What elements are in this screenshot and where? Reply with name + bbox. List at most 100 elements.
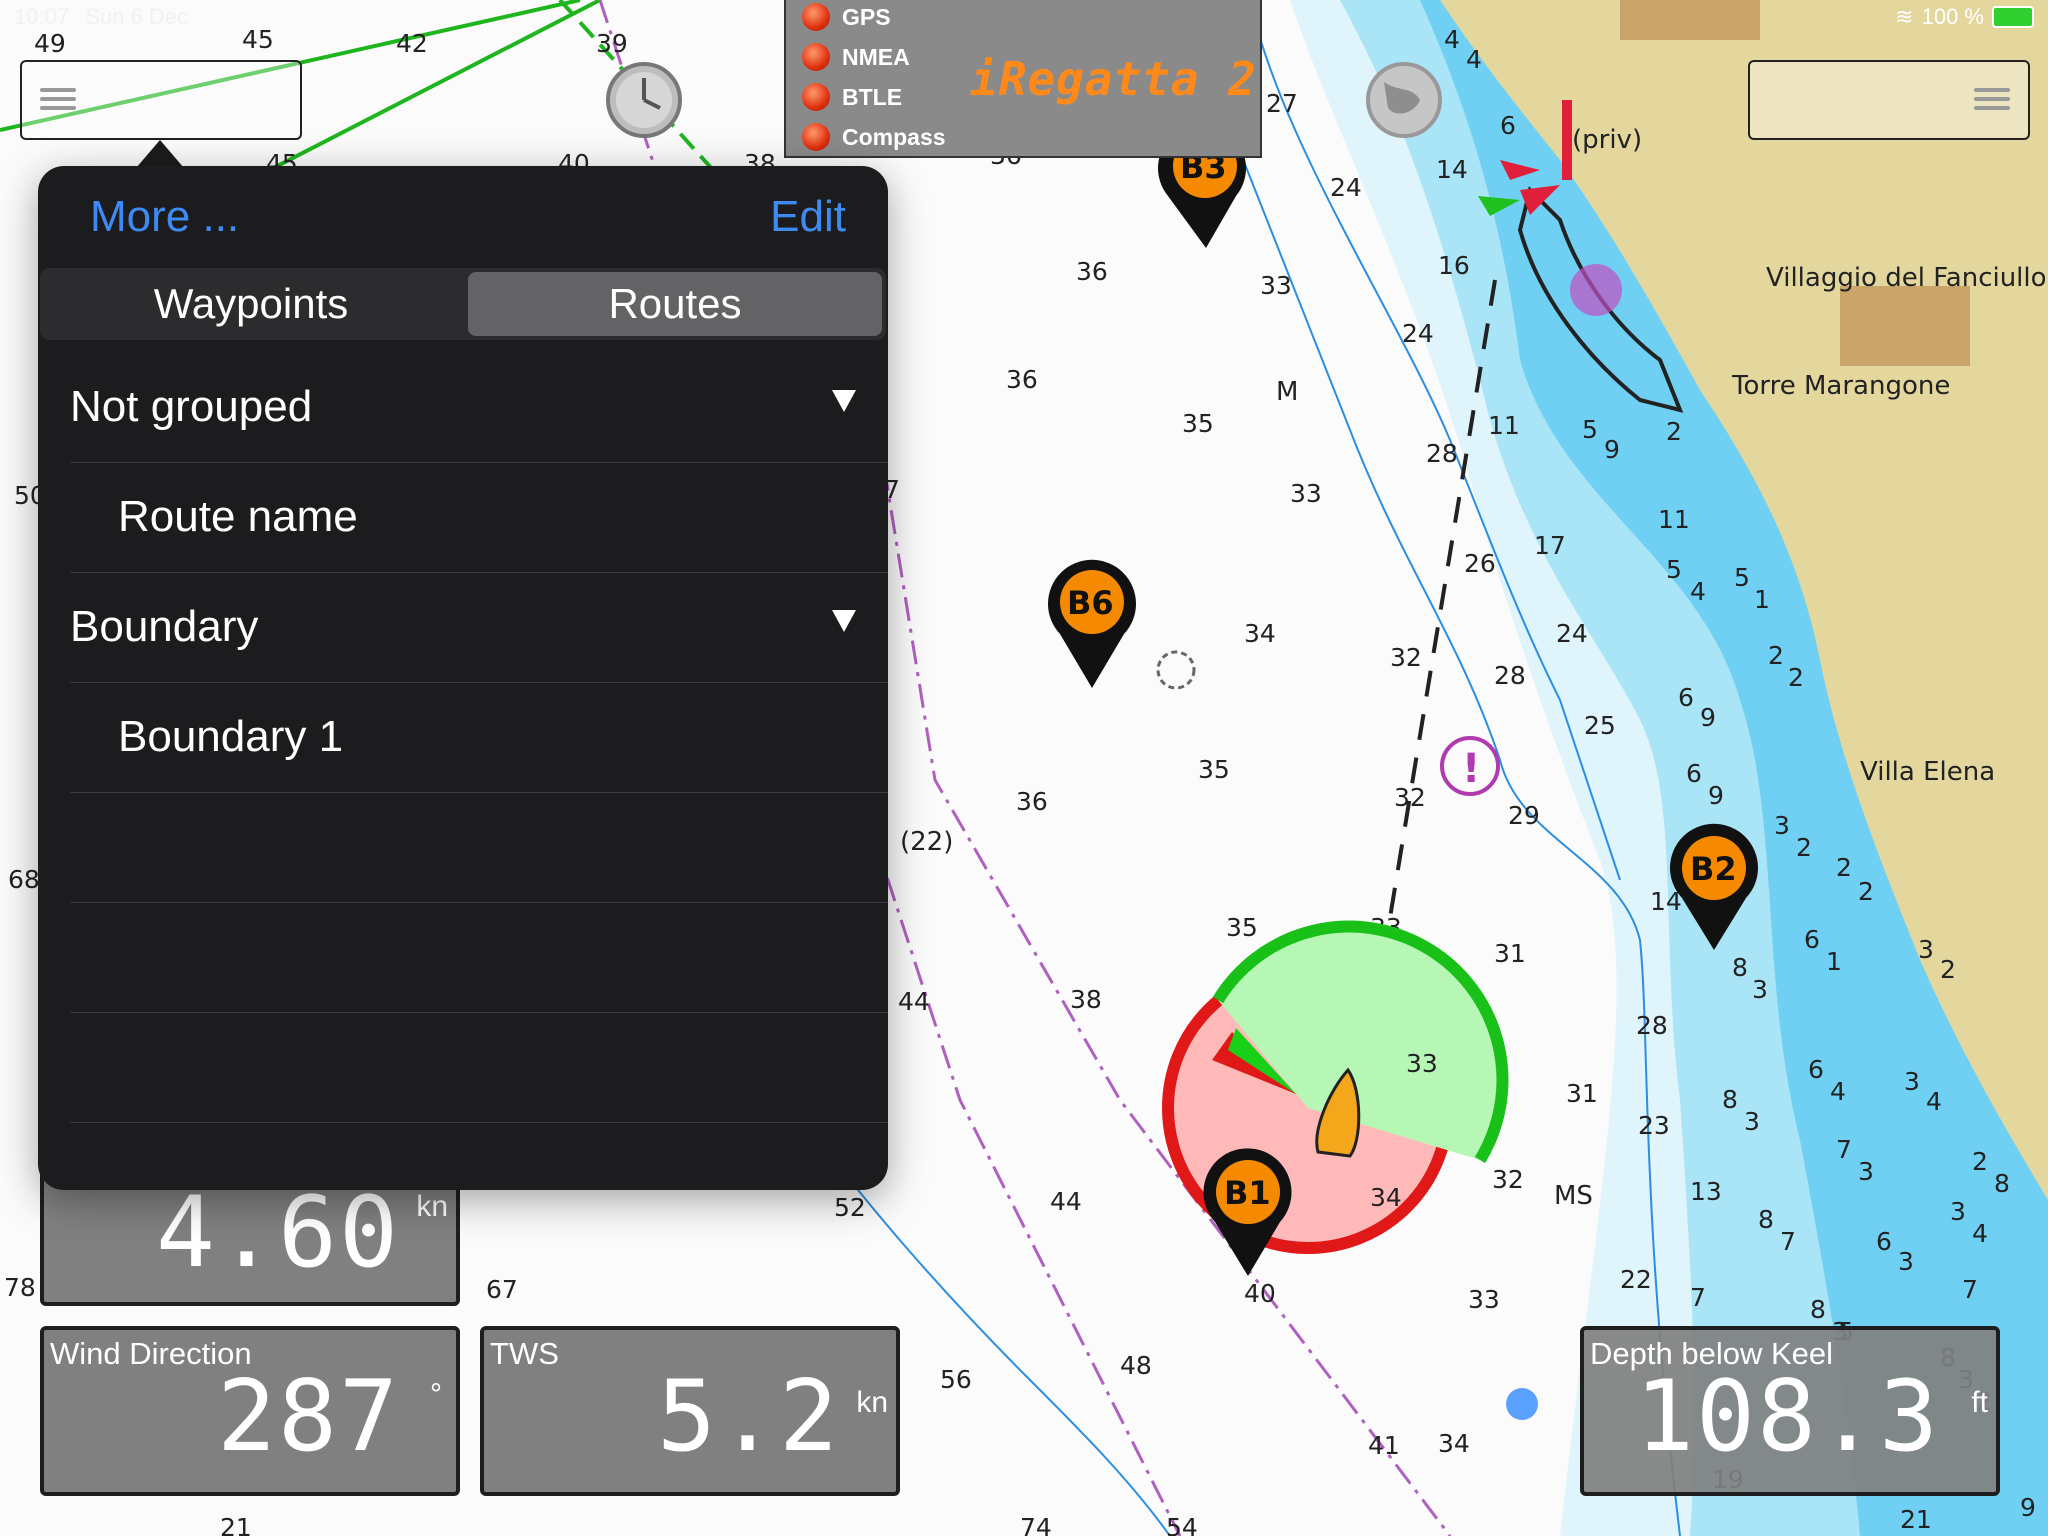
svg-text:4: 4 [1972, 1219, 1988, 1248]
svg-text:2: 2 [1788, 663, 1804, 692]
hamburger-icon [40, 88, 76, 92]
clock-icon [606, 62, 682, 138]
depth-instrument[interactable]: Depth below Keel 108.3 ft [1580, 1326, 2000, 1496]
svg-text:5: 5 [1666, 555, 1682, 584]
status-light-icon [802, 3, 830, 31]
svg-text:Torre Marangone: Torre Marangone [1731, 371, 1950, 401]
mark-label-b6: B6 [1067, 584, 1114, 622]
svg-text:29: 29 [1508, 801, 1540, 830]
svg-text:32: 32 [1394, 783, 1426, 812]
svg-text:32: 32 [1492, 1165, 1524, 1194]
svg-text:6: 6 [1678, 683, 1694, 712]
group-not-grouped[interactable]: Not grouped [70, 352, 888, 463]
svg-text:42: 42 [396, 29, 428, 58]
svg-text:9: 9 [1604, 435, 1620, 464]
right-menu-button[interactable] [1748, 60, 2030, 140]
svg-text:4: 4 [1926, 1087, 1942, 1116]
svg-text:2: 2 [1972, 1147, 1988, 1176]
tab-routes[interactable]: Routes [468, 272, 882, 336]
tws-unit: kn [856, 1386, 888, 1419]
wreck-symbol [1506, 1388, 1538, 1420]
svg-text:35: 35 [1182, 409, 1214, 438]
svg-text:11: 11 [1658, 505, 1690, 534]
svg-text:23: 23 [1638, 1111, 1670, 1140]
svg-text:7: 7 [1780, 1227, 1796, 1256]
wifi-icon: ≋ [1895, 4, 1914, 29]
route-item[interactable]: Boundary 1 [70, 682, 888, 793]
svg-text:9: 9 [1700, 703, 1716, 732]
built-up-area-2 [1840, 286, 1970, 366]
svg-text:8: 8 [1758, 1205, 1774, 1234]
edit-button[interactable]: Edit [770, 192, 846, 242]
svg-text:25: 25 [1584, 711, 1616, 740]
svg-text:Villaggio del Fanciullo: Villaggio del Fanciullo [1766, 263, 2047, 293]
route-item[interactable]: Route name [70, 462, 888, 573]
sensor-compass: Compass [802, 120, 946, 154]
disclosure-triangle-icon [832, 610, 856, 632]
svg-text:4: 4 [1830, 1077, 1846, 1106]
sensor-gps: GPS [802, 0, 891, 34]
svg-text:7: 7 [1690, 1283, 1706, 1312]
svg-text:28: 28 [1426, 439, 1458, 468]
more-button[interactable]: More ... [90, 192, 239, 242]
harbour-symbol [1570, 264, 1622, 316]
disclosure-triangle-icon [832, 390, 856, 412]
svg-text:7: 7 [1836, 1135, 1852, 1164]
svg-text:4: 4 [1466, 45, 1482, 74]
empty-row [70, 902, 888, 1013]
svg-text:(priv): (priv) [1572, 125, 1642, 155]
wind-direction-instrument[interactable]: Wind Direction 287 ° [40, 1326, 460, 1496]
svg-text:56: 56 [940, 1365, 972, 1394]
svg-text:44: 44 [1050, 1187, 1082, 1216]
svg-text:8: 8 [1732, 953, 1748, 982]
status-light-icon [802, 83, 830, 111]
svg-text:33: 33 [1406, 1049, 1438, 1078]
wind-direction-unit: ° [430, 1378, 442, 1411]
svg-text:40: 40 [1244, 1279, 1276, 1308]
svg-text:2: 2 [1768, 641, 1784, 670]
svg-text:1: 1 [1754, 585, 1770, 614]
routes-popover: More ... Edit Waypoints Routes Not group… [38, 166, 888, 1190]
svg-text:21: 21 [220, 1513, 252, 1536]
wind-direction-value: 287 [216, 1360, 400, 1474]
svg-text:3: 3 [1898, 1247, 1914, 1276]
tws-value: 5.2 [656, 1360, 840, 1474]
tws-instrument[interactable]: TWS 5.2 kn [480, 1326, 900, 1496]
tab-waypoints[interactable]: Waypoints [44, 272, 458, 336]
battery-icon [1992, 6, 2034, 28]
svg-text:24: 24 [1330, 173, 1362, 202]
group-boundary[interactable]: Boundary [70, 572, 888, 683]
globe-icon [1366, 62, 1442, 138]
svg-text:2: 2 [1940, 955, 1956, 984]
svg-text:39: 39 [596, 29, 628, 58]
svg-text:34: 34 [1244, 619, 1276, 648]
status-bar-right: ≋ 100 % [1895, 4, 2034, 30]
svg-text:28: 28 [1636, 1011, 1668, 1040]
depth-unit: ft [1971, 1386, 1988, 1419]
sensor-btle: BTLE [802, 80, 902, 114]
svg-text:17: 17 [1534, 531, 1566, 560]
group-label: Boundary [70, 602, 259, 651]
left-menu-button[interactable] [20, 60, 302, 140]
svg-text:4: 4 [1444, 25, 1460, 54]
speed-unit: kn [416, 1190, 448, 1223]
sensor-status-panel[interactable]: GPS NMEA BTLE Compass iRegatta 2 [784, 0, 1262, 158]
light-pole [1562, 100, 1572, 180]
route-label: Boundary 1 [118, 712, 344, 761]
svg-text:35: 35 [1198, 755, 1230, 784]
svg-text:9: 9 [1708, 781, 1724, 810]
group-label: Not grouped [70, 382, 313, 431]
svg-text:3: 3 [1950, 1197, 1966, 1226]
svg-text:3: 3 [1744, 1107, 1760, 1136]
speed-value: 4.60 [155, 1176, 400, 1290]
svg-text:3: 3 [1918, 935, 1934, 964]
svg-text:32: 32 [1390, 643, 1422, 672]
svg-text:8: 8 [1722, 1085, 1738, 1114]
svg-text:33: 33 [1260, 271, 1292, 300]
status-light-icon [802, 123, 830, 151]
mark-label-b2: B2 [1690, 850, 1737, 888]
svg-text:16: 16 [1438, 251, 1470, 280]
svg-text:31: 31 [1566, 1079, 1598, 1108]
svg-text:2: 2 [1666, 417, 1682, 446]
svg-text:M: M [1276, 377, 1298, 407]
